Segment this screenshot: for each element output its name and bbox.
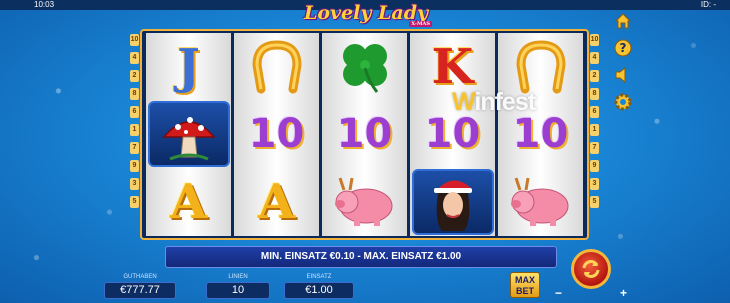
lady-icon [411, 169, 494, 236]
reels: J A 10 A 10 K 10 10 [146, 33, 583, 236]
symbol-10: 10 [336, 111, 393, 158]
spin-button[interactable] [571, 249, 611, 289]
home-icon [614, 13, 632, 29]
max-bet-line1: MAX [515, 275, 535, 285]
clock: 10:03 [34, 0, 55, 9]
settings-button[interactable] [612, 93, 634, 111]
bet-value[interactable]: €1.00 [284, 282, 354, 299]
max-bet-button[interactable]: MAX BET [510, 272, 540, 298]
reel-1: J A [146, 33, 231, 236]
side-menu: ? [612, 12, 634, 111]
payline-number[interactable]: 2 [590, 70, 599, 82]
symbol-clover [324, 35, 406, 99]
spin-icon [582, 260, 600, 278]
payline-number[interactable]: 7 [590, 142, 599, 154]
payline-number[interactable]: 9 [130, 160, 139, 172]
reel-4: K 10 [410, 33, 495, 236]
symbol-lady [411, 169, 494, 236]
bet-info-bar: MIN. EINSATZ €0.10 - MAX. EINSATZ €1.00 [165, 246, 557, 268]
balance-label: GUTHABEN [123, 274, 157, 280]
horseshoe-icon [251, 40, 302, 94]
help-icon: ? [614, 39, 632, 57]
bet-label: EINSATZ [306, 274, 332, 280]
symbol-pig [500, 170, 582, 234]
reel-3: 10 [322, 33, 407, 236]
payline-number[interactable]: 2 [130, 70, 139, 82]
watermark: Winfest [452, 88, 536, 117]
payline-number[interactable]: 5 [590, 196, 599, 208]
symbol-mushroom [147, 101, 230, 168]
payline-number[interactable]: 9 [590, 160, 599, 172]
balance-panel: GUTHABEN €777.77 [104, 273, 176, 299]
payline-number[interactable]: 6 [590, 106, 599, 118]
watermark-text: infest [474, 88, 536, 116]
payline-number[interactable]: 3 [590, 178, 599, 190]
symbol-pig [324, 170, 406, 234]
sound-icon [615, 67, 626, 83]
symbol-horseshoe [236, 35, 318, 99]
reel-5: 10 [498, 33, 583, 236]
player-id: ID: - [700, 0, 716, 9]
reel-2: 10 A [234, 33, 319, 236]
payline-number[interactable]: 1 [590, 124, 599, 136]
logo-subtitle: X-MAS [409, 21, 432, 27]
mushroom-icon [147, 101, 230, 168]
symbol-10: 10 [248, 111, 305, 158]
bet-plus-button[interactable]: + [618, 287, 629, 299]
horseshoe-icon [515, 40, 566, 94]
bet-minus-button[interactable]: − [553, 287, 564, 299]
payline-number[interactable]: 10 [130, 34, 139, 46]
symbol-a: A [257, 174, 296, 231]
lines-label: LINIEN [228, 274, 248, 280]
payline-numbers-right: 10 4 2 8 6 1 7 9 3 5 [590, 34, 599, 208]
payline-number[interactable]: 8 [590, 88, 599, 100]
sound-button[interactable] [612, 66, 634, 84]
reel-frame: J A 10 A 10 K 10 10 [140, 29, 589, 240]
payline-number[interactable]: 5 [130, 196, 139, 208]
help-button[interactable]: ? [612, 39, 634, 57]
settings-icon [614, 93, 632, 111]
payline-number[interactable]: 3 [130, 178, 139, 190]
max-bet-line2: BET [516, 286, 534, 296]
payline-number[interactable]: 4 [130, 52, 139, 64]
bet-panel: EINSATZ €1.00 [284, 273, 354, 299]
pig-icon [510, 177, 568, 227]
home-button[interactable] [612, 12, 634, 30]
symbol-a: A [169, 174, 208, 231]
watermark-prefix: W [452, 88, 475, 116]
clover-icon [342, 43, 387, 93]
payline-number[interactable]: 8 [130, 88, 139, 100]
symbol-j: J [177, 38, 200, 95]
payline-numbers-left: 10 4 2 8 6 1 7 9 3 5 [130, 34, 139, 208]
payline-number[interactable]: 4 [590, 52, 599, 64]
balance-value: €777.77 [104, 282, 176, 299]
game-logo: Lovely Lady X-MAS [296, 2, 436, 27]
lines-panel: LINIEN 10 [206, 273, 270, 299]
payline-number[interactable]: 7 [130, 142, 139, 154]
lines-value[interactable]: 10 [206, 282, 270, 299]
svg-text:?: ? [620, 41, 627, 55]
payline-number[interactable]: 6 [130, 106, 139, 118]
payline-number[interactable]: 10 [590, 34, 599, 46]
pig-icon [334, 177, 392, 227]
payline-number[interactable]: 1 [130, 124, 139, 136]
